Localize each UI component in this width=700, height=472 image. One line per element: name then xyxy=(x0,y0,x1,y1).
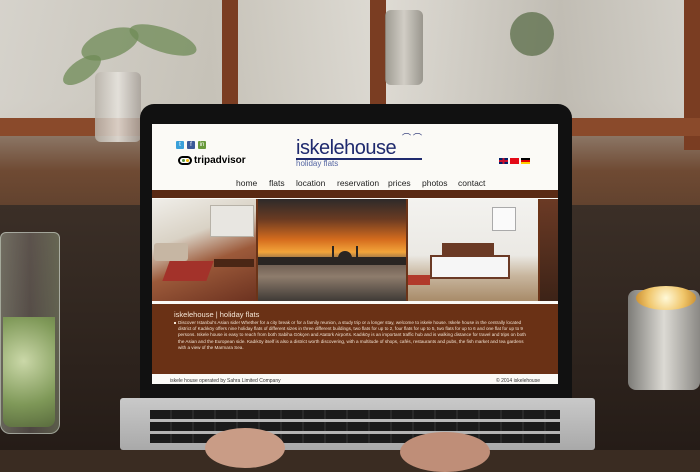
istanbul-sunset-photo[interactable] xyxy=(258,199,406,301)
germany-flag-icon[interactable] xyxy=(521,158,530,164)
plant-leaf xyxy=(510,12,554,56)
main-nav: home flats location reservation prices p… xyxy=(152,175,558,191)
turkey-flag-icon[interactable] xyxy=(510,158,519,164)
key-row xyxy=(150,410,560,419)
laptop-screen: t f in tripadvisor ⌒⌒ iskelehouse holida… xyxy=(152,124,558,384)
water-glass xyxy=(0,232,60,434)
nav-photos[interactable]: photos xyxy=(422,175,448,189)
logo-tagline: holiday flats xyxy=(296,159,339,168)
vase xyxy=(385,10,423,85)
laptop-keyboard xyxy=(120,398,595,450)
nav-divider xyxy=(152,190,558,198)
photo-gallery xyxy=(152,199,558,301)
nav-reservation[interactable]: reservation xyxy=(337,175,379,189)
description-box: iskelehouse | holiday flats Discover Ist… xyxy=(152,304,558,374)
footer-company: iskele house operated by Sahra Limited C… xyxy=(170,378,281,384)
kitchen-photo[interactable] xyxy=(152,199,256,301)
tripadvisor-badge[interactable]: tripadvisor xyxy=(178,155,246,166)
birds-icon: ⌒⌒ xyxy=(402,133,425,143)
social-links: t f in xyxy=(176,141,206,149)
nav-flats[interactable]: flats xyxy=(269,175,285,189)
nav-home[interactable]: home xyxy=(236,175,257,189)
nav-prices[interactable]: prices xyxy=(388,175,411,189)
bedroom-photo[interactable] xyxy=(408,199,538,301)
tripadvisor-label: tripadvisor xyxy=(194,155,246,166)
description-title: iskelehouse | holiday flats xyxy=(174,310,260,319)
twitter-icon[interactable]: t xyxy=(176,141,184,149)
left-hand xyxy=(205,428,285,468)
key-row xyxy=(150,422,560,431)
right-hand xyxy=(400,432,490,472)
footer-copyright: © 2014 iskelehouse xyxy=(496,378,540,384)
language-flags xyxy=(499,158,530,164)
uk-flag-icon[interactable] xyxy=(499,158,508,164)
tripadvisor-owl-icon xyxy=(178,156,192,165)
nav-location[interactable]: location xyxy=(296,175,325,189)
plant-pot xyxy=(95,72,141,142)
linkedin-icon[interactable]: in xyxy=(198,141,206,149)
site-header: t f in tripadvisor ⌒⌒ iskelehouse holida… xyxy=(152,124,558,172)
candle-flame xyxy=(636,286,696,310)
nav-contact[interactable]: contact xyxy=(458,175,485,189)
side-photo[interactable] xyxy=(540,199,558,301)
description-text: Discover Istanbul's Asian side! Whether … xyxy=(174,320,530,351)
site-logo[interactable]: iskelehouse xyxy=(296,138,397,158)
facebook-icon[interactable]: f xyxy=(187,141,195,149)
